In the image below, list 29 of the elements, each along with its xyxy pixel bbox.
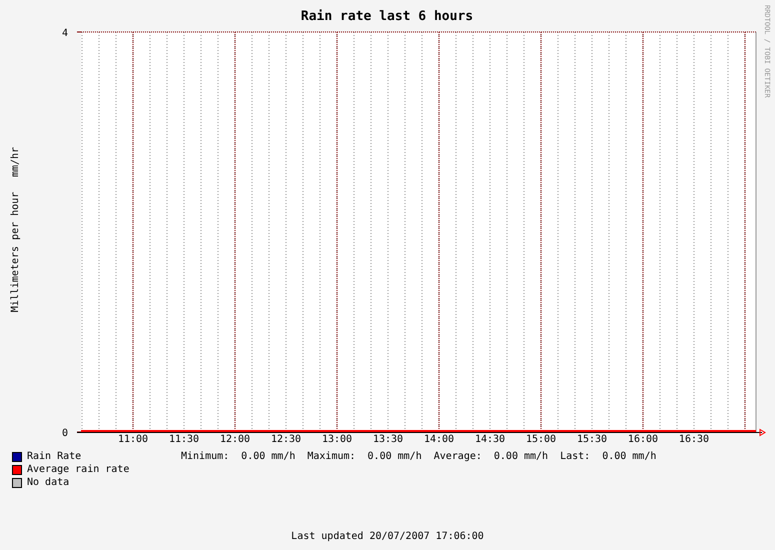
axis-label: 15:00 xyxy=(526,434,556,445)
last-updated-text: Last updated 20/07/2007 17:06:00 xyxy=(291,531,484,542)
legend-label: No data xyxy=(27,477,70,488)
axis-label: 11:30 xyxy=(168,434,200,445)
stat-value: 0.00 mm/h xyxy=(602,451,656,462)
axis-label: 13:30 xyxy=(372,434,404,445)
axis-label: 14:30 xyxy=(474,434,506,445)
legend-label: Average rain rate xyxy=(27,464,130,475)
axis-label: 15:30 xyxy=(576,434,608,445)
axis-label: 4 xyxy=(62,28,68,39)
stat-value: 0.00 mm/h xyxy=(494,451,548,462)
axis-label: 12:00 xyxy=(220,434,250,445)
unit-label: mm/hr xyxy=(10,146,21,178)
axis-label: 12:30 xyxy=(270,434,302,445)
axis-label: 16:30 xyxy=(678,434,710,445)
axis-label: 0 xyxy=(62,428,68,439)
stat-label: Last: xyxy=(560,451,590,462)
stat-label: Maximum: xyxy=(307,451,356,462)
stat-value: 0.00 mm/h xyxy=(241,451,296,462)
axis-label: 13:00 xyxy=(322,434,352,445)
stat-label: Minimum: xyxy=(181,451,230,462)
chart-title: Rain rate last 6 hours xyxy=(300,9,474,24)
axis-label: 14:00 xyxy=(424,434,454,445)
axis-label: 11:00 xyxy=(118,434,148,445)
stat-value: 0.00 mm/h xyxy=(368,451,422,462)
legend-label: Rain Rate xyxy=(27,451,82,462)
axis-title: Millimeters per hour xyxy=(10,192,21,312)
axis-label: 16:00 xyxy=(628,434,658,445)
stat-label: Average: xyxy=(434,451,482,462)
